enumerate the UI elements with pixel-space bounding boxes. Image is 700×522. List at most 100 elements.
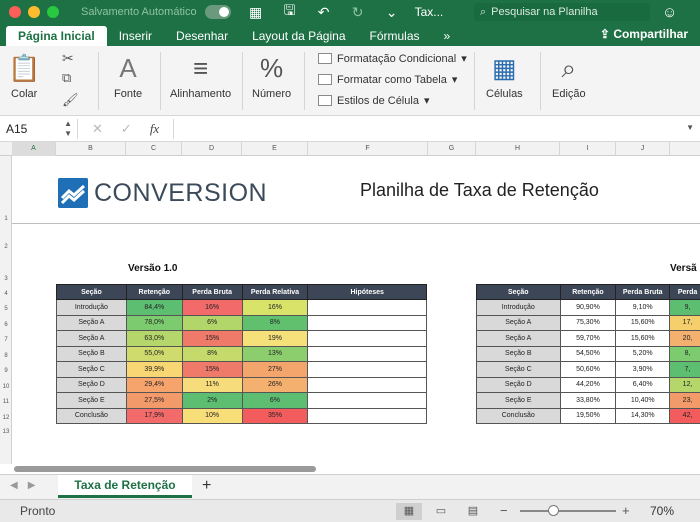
format-table-button[interactable]: Formatar como Tabela ▾	[318, 73, 457, 86]
table-cell[interactable]: Conclusão	[476, 407, 561, 424]
more-icon[interactable]: ⌄	[383, 4, 401, 21]
table-cell[interactable]: 16%	[181, 299, 243, 316]
table-cell[interactable]: 11%	[181, 376, 243, 393]
column-header-e[interactable]: E	[242, 142, 308, 156]
column-header-g[interactable]: G	[428, 142, 476, 156]
sheet-tab-retention[interactable]: Taxa de Retenção	[58, 475, 192, 498]
row-header-1[interactable]: 1	[0, 216, 12, 222]
formula-input[interactable]	[173, 118, 700, 139]
table-cell[interactable]	[307, 392, 427, 409]
add-sheet-icon[interactable]: +	[202, 477, 211, 495]
zoom-in-icon[interactable]: +	[622, 503, 630, 518]
table-cell[interactable]: 9,	[669, 299, 700, 316]
redo-icon[interactable]: ↻	[349, 4, 367, 21]
minimize-window-button[interactable]	[28, 6, 40, 18]
table-cell[interactable]: 12,	[669, 376, 700, 393]
tab-home[interactable]: Página Inicial	[6, 26, 107, 46]
table-cell[interactable]: 17,9%	[125, 407, 183, 424]
format-painter-icon[interactable]: 🖌	[62, 92, 79, 108]
copy-icon[interactable]: ⧉	[62, 70, 71, 86]
table-cell[interactable]: Seção A	[476, 314, 561, 331]
table-cell[interactable]: 29,4%	[125, 376, 183, 393]
table-cell[interactable]: 6%	[181, 314, 243, 331]
table-cell[interactable]	[307, 376, 427, 393]
cells-group[interactable]: ▦ Células	[486, 50, 523, 100]
row-header-4[interactable]: 4	[0, 291, 12, 297]
table-cell[interactable]	[307, 345, 427, 362]
close-window-button[interactable]	[9, 6, 21, 18]
table-cell[interactable]: 8%	[181, 345, 243, 362]
table-cell[interactable]	[307, 299, 427, 316]
row-header-6[interactable]: 6	[0, 322, 12, 328]
table-cell[interactable]: Seção B	[56, 345, 127, 362]
table-header-cell[interactable]: Hipóteses	[307, 284, 427, 300]
table-cell[interactable]: 6%	[241, 392, 309, 409]
table-cell[interactable]: 3,90%	[615, 361, 671, 378]
undo-icon[interactable]: ↶	[315, 4, 333, 21]
column-header-f[interactable]: F	[308, 142, 428, 156]
table-cell[interactable]: Seção E	[476, 392, 561, 409]
name-box[interactable]: A15 ▲ ▼	[0, 118, 78, 139]
table-cell[interactable]: 20,	[669, 330, 700, 347]
share-button[interactable]: ⇪ Compartilhar	[600, 27, 688, 41]
table-header-cell[interactable]: Perda Relativa	[241, 284, 309, 300]
table-cell[interactable]: 14,30%	[615, 407, 671, 424]
table-header-cell[interactable]: Perda Bruta	[615, 284, 671, 300]
row-header-13[interactable]: 13	[0, 429, 12, 435]
table-cell[interactable]: Seção A	[56, 314, 127, 331]
row-header-10[interactable]: 10	[0, 384, 12, 390]
row-header-5[interactable]: 5	[0, 306, 12, 312]
search-box[interactable]: ⌕	[474, 3, 650, 21]
row-header-2[interactable]: 2	[0, 244, 12, 250]
table-cell[interactable]: 33,80%	[559, 392, 617, 409]
table-cell[interactable]: 8,	[669, 345, 700, 362]
spreadsheet-icon[interactable]: ▦	[247, 4, 265, 21]
table-cell[interactable]: 15,60%	[615, 330, 671, 347]
table-cell[interactable]: 17,	[669, 314, 700, 331]
zoom-slider[interactable]	[520, 510, 616, 512]
column-header-b[interactable]: B	[56, 142, 126, 156]
zoom-slider-knob[interactable]	[548, 505, 559, 516]
row-header-3[interactable]: 3	[0, 276, 12, 282]
table-header-cell[interactable]: Perda	[669, 284, 700, 300]
table-cell[interactable]: 42,	[669, 407, 700, 424]
table-header-cell[interactable]: Retenção	[559, 284, 617, 300]
number-group[interactable]: % Número	[252, 50, 291, 100]
table-cell[interactable]: 10,40%	[615, 392, 671, 409]
table-cell[interactable]: Seção C	[56, 361, 127, 378]
table-cell[interactable]: 15%	[181, 361, 243, 378]
column-header-i[interactable]: I	[560, 142, 616, 156]
row-header-8[interactable]: 8	[0, 353, 12, 359]
table-cell[interactable]: 7,	[669, 361, 700, 378]
table-cell[interactable]: 50,60%	[559, 361, 617, 378]
table-cell[interactable]: 35%	[241, 407, 309, 424]
table-cell[interactable]: 75,30%	[559, 314, 617, 331]
table-cell[interactable]: 44,20%	[559, 376, 617, 393]
column-header-j[interactable]: J	[616, 142, 670, 156]
table-header-cell[interactable]: Seção	[56, 284, 127, 300]
table-cell[interactable]: 15%	[181, 330, 243, 347]
table-cell[interactable]: 63,0%	[125, 330, 183, 347]
table-cell[interactable]: 78,0%	[125, 314, 183, 331]
column-header-d[interactable]: D	[182, 142, 242, 156]
save-icon[interactable]: 🖫	[281, 0, 299, 24]
search-input[interactable]	[491, 6, 632, 18]
row-header-11[interactable]: 11	[0, 399, 12, 405]
table-cell[interactable]: 39,9%	[125, 361, 183, 378]
table-cell[interactable]: 8%	[241, 314, 309, 331]
table-cell[interactable]: 90,90%	[559, 299, 617, 316]
font-group[interactable]: A Fonte	[114, 50, 142, 100]
normal-view-icon[interactable]: ▦	[396, 503, 422, 520]
insert-function-icon[interactable]: fx	[150, 121, 159, 137]
table-cell[interactable]: 84,4%	[125, 299, 183, 316]
table-cell[interactable]: Seção B	[476, 345, 561, 362]
table-cell[interactable]: 26%	[241, 376, 309, 393]
table-cell[interactable]: Seção D	[476, 376, 561, 393]
column-header-c[interactable]: C	[126, 142, 182, 156]
horizontal-scrollbar[interactable]	[14, 466, 316, 472]
table-cell[interactable]: Seção D	[56, 376, 127, 393]
table-cell[interactable]: Seção E	[56, 392, 127, 409]
table-cell[interactable]	[307, 361, 427, 378]
cancel-icon[interactable]: ✕	[92, 121, 103, 137]
table-cell[interactable]: 27,5%	[125, 392, 183, 409]
